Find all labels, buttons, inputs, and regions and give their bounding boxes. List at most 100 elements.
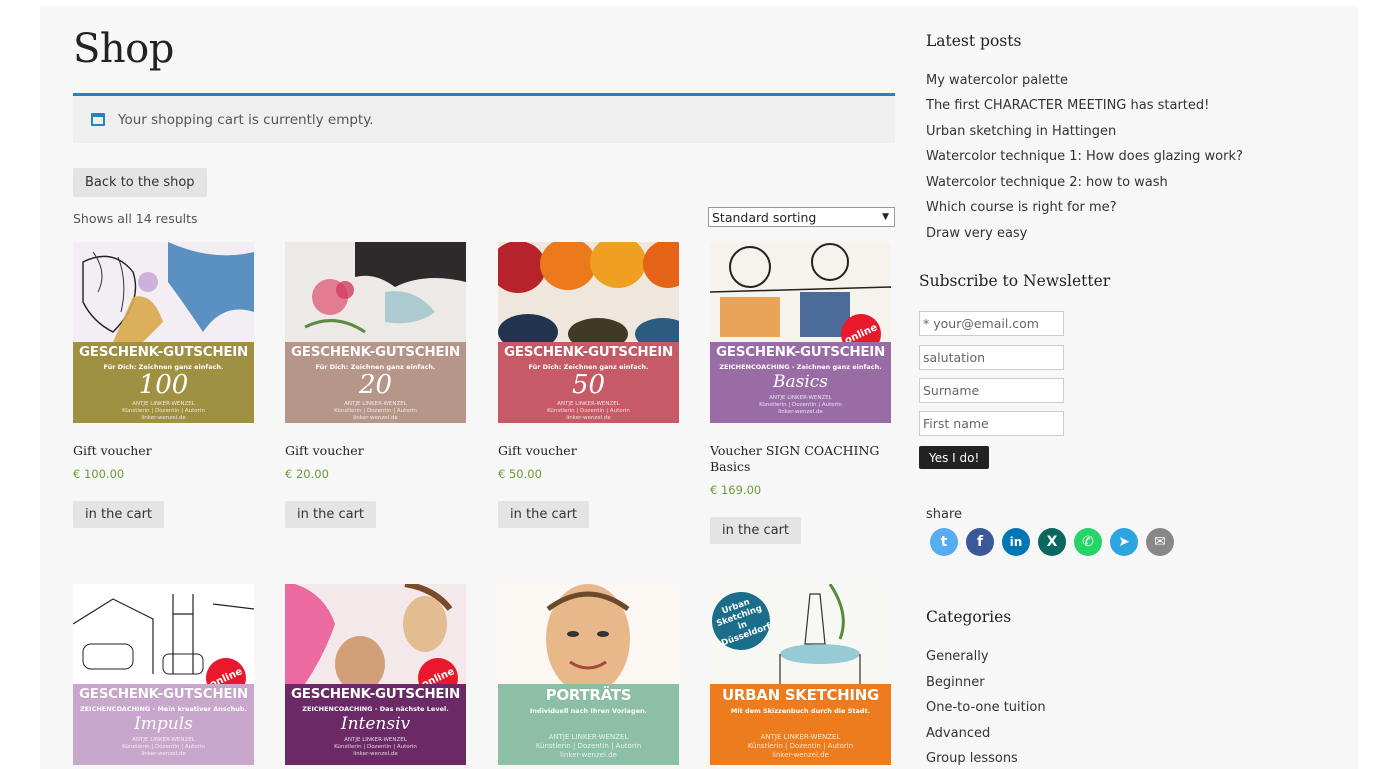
voucher-footer-name: ANTJE LINKER-WENZEL xyxy=(769,395,832,401)
voucher-footer-name: ANTJE LINKER-WENZEL xyxy=(132,401,195,407)
voucher-heading: GESCHENK-GUTSCHEIN xyxy=(716,344,885,360)
category-link[interactable]: Advanced xyxy=(926,726,990,741)
product-band: GESCHENK-GUTSCHEIN Für Dich: Zeichnen ga… xyxy=(73,342,254,423)
product-name[interactable]: Gift voucher xyxy=(285,443,467,459)
voucher-value: 100 xyxy=(138,370,189,400)
product-price: € 100.00 xyxy=(73,467,125,481)
category-link[interactable]: Beginner xyxy=(926,675,985,690)
product-card: online GESCHENK-GUTSCHEIN ZEICHENCOACHIN… xyxy=(710,242,892,544)
product-price: € 20.00 xyxy=(285,467,329,481)
voucher-heading: GESCHENK-GUTSCHEIN xyxy=(79,686,248,702)
voucher-footer-name: ANTJE LINKER-WENZEL xyxy=(344,401,407,407)
product-image[interactable]: Urban Sketching in Düsseldorf URBAN SKET… xyxy=(710,584,891,765)
product-band: GESCHENK-GUTSCHEIN ZEICHENCOACHING - Zei… xyxy=(710,342,891,423)
product-band: URBAN SKETCHING Mit dem Skizzenbuch durc… xyxy=(710,684,891,765)
voucher-value: Basics xyxy=(772,372,829,392)
category-link[interactable]: Group lessons xyxy=(926,751,1018,766)
product-image[interactable]: GESCHENK-GUTSCHEIN Für Dich: Zeichnen ga… xyxy=(73,242,254,423)
voucher-footer-role: Künstlerin | Dozentin | Autorin xyxy=(535,742,642,750)
post-link[interactable]: Watercolor technique 1: How does glazing… xyxy=(926,149,1243,164)
email-icon[interactable]: ✉ xyxy=(1146,528,1174,556)
sort-select[interactable]: Standard sorting ▼ xyxy=(708,207,895,227)
post-link[interactable]: Which course is right for me? xyxy=(926,200,1117,215)
voucher-footer-role: Künstlerin | Dozentin | Autorin xyxy=(334,744,417,750)
voucher-subheading: ZEICHENCOACHING - Zeichnen ganz einfach. xyxy=(719,363,882,371)
product-image[interactable]: online GESCHENK-GUTSCHEIN ZEICHENCOACHIN… xyxy=(285,584,466,765)
post-link[interactable]: My watercolor palette xyxy=(926,73,1068,88)
post-link[interactable]: Draw very easy xyxy=(926,226,1027,241)
facebook-icon[interactable]: f xyxy=(966,528,994,556)
surname-field[interactable]: Surname xyxy=(919,378,1064,403)
product-card: online GESCHENK-GUTSCHEIN ZEICHENCOACHIN… xyxy=(285,584,467,765)
voucher-heading: URBAN SKETCHING xyxy=(722,686,879,704)
voucher-footer-name: ANTJE LINKER-WENZEL xyxy=(344,737,407,743)
voucher-footer: ANTJE LINKER-WENZEL Künstlerin | Dozenti… xyxy=(285,737,466,758)
voucher-footer-site: linker-wenzel.de xyxy=(353,751,398,757)
post-link[interactable]: Urban sketching in Hattingen xyxy=(926,124,1116,139)
page-title: Shop xyxy=(73,26,174,72)
product-artwork xyxy=(498,584,679,684)
product-artwork xyxy=(73,242,254,342)
subscribe-button[interactable]: Yes I do! xyxy=(919,446,990,469)
cart-notice: Your shopping cart is currently empty. xyxy=(73,93,895,143)
voucher-heading: GESCHENK-GUTSCHEIN xyxy=(504,344,673,360)
product-image[interactable]: GESCHENK-GUTSCHEIN Für Dich: Zeichnen ga… xyxy=(285,242,466,423)
product-band: GESCHENK-GUTSCHEIN Für Dich: Zeichnen ga… xyxy=(285,342,466,423)
voucher-footer-name: ANTJE LINKER-WENZEL xyxy=(760,733,841,741)
voucher-footer-site: linker-wenzel.de xyxy=(772,751,829,759)
product-card: GESCHENK-GUTSCHEIN Für Dich: Zeichnen ga… xyxy=(73,242,255,528)
voucher-footer-site: linker-wenzel.de xyxy=(566,415,611,421)
voucher-footer: ANTJE LINKER-WENZEL Künstlerin | Dozenti… xyxy=(710,395,891,416)
product-band: GESCHENK-GUTSCHEIN ZEICHENCOACHING - Das… xyxy=(285,684,466,765)
add-to-cart-button[interactable]: in the cart xyxy=(710,517,802,544)
product-image[interactable]: GESCHENK-GUTSCHEIN Für Dich: Zeichnen ga… xyxy=(498,242,679,423)
voucher-footer-site: linker-wenzel.de xyxy=(560,751,617,759)
voucher-heading: GESCHENK-GUTSCHEIN xyxy=(79,344,248,360)
voucher-footer: ANTJE LINKER-WENZEL Künstlerin | Dozenti… xyxy=(498,733,679,760)
voucher-subheading: Mit dem Skizzenbuch durch die Stadt. xyxy=(730,707,871,715)
twitter-icon[interactable]: t xyxy=(930,528,958,556)
post-link[interactable]: The first CHARACTER MEETING has started! xyxy=(926,98,1209,113)
add-to-cart-button[interactable]: in the cart xyxy=(73,501,165,528)
product-price: € 50.00 xyxy=(498,467,542,481)
product-image[interactable]: PORTRÄTS Individuell nach Ihren Vorlagen… xyxy=(498,584,679,765)
voucher-value: 50 xyxy=(571,370,606,400)
back-to-shop-button[interactable]: Back to the shop xyxy=(73,168,207,197)
email-field[interactable]: * your@email.com xyxy=(919,311,1064,336)
add-to-cart-button[interactable]: in the cart xyxy=(285,501,377,528)
product-artwork xyxy=(285,242,466,342)
voucher-footer-role: Künstlerin | Dozentin | Autorin xyxy=(122,744,205,750)
xing-icon[interactable]: X xyxy=(1038,528,1066,556)
salutation-field[interactable]: salutation xyxy=(919,345,1064,370)
voucher-value: Intensiv xyxy=(340,714,411,734)
voucher-footer-role: Künstlerin | Dozentin | Autorin xyxy=(759,402,842,408)
whatsapp-icon[interactable]: ✆ xyxy=(1074,528,1102,556)
product-image[interactable]: online GESCHENK-GUTSCHEIN ZEICHENCOACHIN… xyxy=(710,242,891,423)
product-name[interactable]: Voucher SIGN COACHING Basics xyxy=(710,443,892,475)
voucher-subheading: Individuell nach Ihren Vorlagen. xyxy=(529,707,648,715)
voucher-subheading: ZEICHENCOACHING - Mein kreativer Anschub… xyxy=(80,705,247,713)
first-name-field[interactable]: First name xyxy=(919,411,1064,436)
telegram-icon[interactable]: ➤ xyxy=(1110,528,1138,556)
voucher-heading: PORTRÄTS xyxy=(545,686,632,704)
product-card: GESCHENK-GUTSCHEIN Für Dich: Zeichnen ga… xyxy=(498,242,680,528)
post-link[interactable]: Watercolor technique 2: how to wash xyxy=(926,175,1168,190)
linkedin-icon[interactable]: in xyxy=(1002,528,1030,556)
voucher-footer: ANTJE LINKER-WENZEL Künstlerin | Dozenti… xyxy=(710,733,891,760)
product-card: Urban Sketching in Düsseldorf URBAN SKET… xyxy=(710,584,892,765)
product-band: GESCHENK-GUTSCHEIN Für Dich: Zeichnen ga… xyxy=(498,342,679,423)
sort-select-value: Standard sorting xyxy=(712,209,817,225)
chevron-down-icon: ▼ xyxy=(882,212,889,222)
voucher-footer-site: linker-wenzel.de xyxy=(353,415,398,421)
voucher-heading: GESCHENK-GUTSCHEIN xyxy=(291,344,460,360)
product-name[interactable]: Gift voucher xyxy=(498,443,680,459)
product-band: PORTRÄTS Individuell nach Ihren Vorlagen… xyxy=(498,684,679,765)
category-link[interactable]: Generally xyxy=(926,649,989,664)
product-name[interactable]: Gift voucher xyxy=(73,443,255,459)
add-to-cart-button[interactable]: in the cart xyxy=(498,501,590,528)
voucher-footer-role: Künstlerin | Dozentin | Autorin xyxy=(747,742,854,750)
product-image[interactable]: online GESCHENK-GUTSCHEIN ZEICHENCOACHIN… xyxy=(73,584,254,765)
voucher-footer-role: Künstlerin | Dozentin | Autorin xyxy=(334,408,417,414)
voucher-footer-name: ANTJE LINKER-WENZEL xyxy=(132,737,195,743)
category-link[interactable]: One-to-one tuition xyxy=(926,700,1046,715)
